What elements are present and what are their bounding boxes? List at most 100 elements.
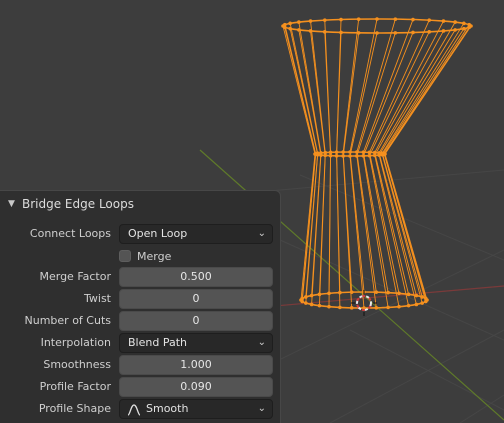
mesh-vertex <box>328 150 333 155</box>
mesh-vertex <box>441 29 446 33</box>
mesh-vertex <box>303 295 308 299</box>
mesh-vertex <box>386 305 390 310</box>
mesh-vertex <box>427 30 432 34</box>
mesh-vertex <box>441 19 446 23</box>
profile-shape-row: Profile Shape Smooth ⌄ <box>0 399 281 419</box>
mesh-vertex <box>341 150 345 154</box>
number-of-cuts-value: 0 <box>192 314 200 327</box>
mesh-vertex <box>462 26 466 31</box>
mesh-vertex <box>308 19 313 23</box>
panel-header[interactable]: ▼ Bridge Edge Loops <box>0 191 280 216</box>
mesh-vertex <box>406 303 411 308</box>
mesh-vertex <box>411 30 415 35</box>
mesh-edge <box>284 24 317 299</box>
connect-loops-dropdown[interactable]: Open Loop ⌄ <box>119 224 273 244</box>
mesh-vertex <box>349 290 354 294</box>
mesh-vertex <box>327 304 331 309</box>
mesh-vertex <box>462 21 466 26</box>
smoothness-row: Smoothness 1.000 <box>0 355 281 375</box>
connect-loops-row: Connect Loops Open Loop ⌄ <box>0 224 281 244</box>
smoothness-label: Smoothness <box>43 358 111 371</box>
collapse-triangle-icon[interactable]: ▼ <box>8 199 22 209</box>
profile-factor-label: Profile Factor <box>39 380 111 393</box>
mesh-vertex <box>317 292 322 297</box>
number-of-cuts-row: Number of Cuts 0 <box>0 311 281 331</box>
mesh-vertex <box>334 154 339 158</box>
mesh-vertex <box>339 17 343 22</box>
number-of-cuts-label: Number of Cuts <box>24 314 111 327</box>
merge-factor-value: 0.500 <box>180 270 212 283</box>
panel-title: Bridge Edge Loops <box>22 196 134 211</box>
mesh-vertex <box>338 305 342 310</box>
mesh-vertex <box>361 150 366 154</box>
mesh-vertex <box>309 302 314 307</box>
mesh-vertex <box>288 21 292 26</box>
mesh-vertex <box>349 306 354 310</box>
mesh-vertex <box>382 151 387 156</box>
mesh-edge <box>381 23 465 298</box>
hourglass-mesh[interactable] <box>281 17 473 310</box>
profile-factor-row: Profile Factor 0.090 <box>0 377 281 397</box>
mesh-vertex <box>355 154 359 158</box>
mesh-vertex <box>397 291 401 296</box>
mesh-vertex <box>375 31 379 35</box>
mesh-edge <box>310 21 326 295</box>
mesh-vertex <box>414 302 419 307</box>
merge-row: Merge <box>0 246 281 266</box>
twist-field[interactable]: 0 <box>119 289 273 309</box>
mesh-vertex <box>423 299 428 304</box>
mesh-vertex <box>393 17 398 21</box>
merge-factor-field[interactable]: 0.500 <box>119 267 273 287</box>
mesh-vertex <box>377 151 381 155</box>
number-of-cuts-field[interactable]: 0 <box>119 311 273 331</box>
mesh-vertex <box>348 150 352 154</box>
mesh-edge <box>298 29 322 305</box>
interpolation-dropdown[interactable]: Blend Path ⌄ <box>119 333 273 353</box>
twist-value: 0 <box>192 292 200 305</box>
smoothness-field[interactable]: 1.000 <box>119 355 273 375</box>
smoothness-value: 1.000 <box>180 358 212 371</box>
mesh-vertex <box>453 28 457 32</box>
mesh-vertex <box>341 154 345 158</box>
mesh-vertex <box>414 293 419 298</box>
connect-loops-label: Connect Loops <box>29 227 111 240</box>
mesh-vertex <box>356 17 361 21</box>
mesh-vertex <box>367 150 372 155</box>
merge-checkbox-wrap[interactable]: Merge <box>119 246 171 266</box>
mesh-vertex <box>406 292 411 297</box>
mesh-vertex <box>386 290 390 295</box>
mesh-vertex <box>288 26 292 31</box>
mesh-vertex <box>315 151 320 156</box>
mesh-vertex <box>420 301 425 305</box>
mesh-vertex <box>375 17 379 21</box>
mesh-vertex <box>303 301 308 305</box>
mesh-vertex <box>297 28 301 32</box>
mesh-vertex <box>467 22 471 27</box>
chevron-down-icon: ⌄ <box>257 403 266 414</box>
merge-checkbox[interactable] <box>119 250 131 262</box>
mesh-vertex <box>356 31 361 35</box>
3d-cursor[interactable] <box>351 290 377 316</box>
mesh-vertex <box>327 291 331 296</box>
mesh-vertex <box>319 151 323 155</box>
mesh-vertex <box>367 153 372 158</box>
smooth-curve-icon <box>127 404 141 416</box>
mesh-vertex <box>322 30 327 34</box>
mesh-vertex <box>372 150 377 155</box>
profile-factor-field[interactable]: 0.090 <box>119 377 273 397</box>
mesh-vertex <box>297 20 301 24</box>
mesh-vertex <box>423 296 428 301</box>
mesh-vertex <box>317 303 322 308</box>
mesh-vertex <box>322 18 327 22</box>
chevron-down-icon: ⌄ <box>257 228 266 239</box>
mesh-vertex <box>328 153 333 158</box>
merge-factor-label: Merge Factor <box>39 270 111 283</box>
merge-factor-row: Merge Factor 0.500 <box>0 267 281 287</box>
mesh-vertex <box>283 22 287 27</box>
profile-shape-label: Profile Shape <box>38 402 111 415</box>
profile-shape-dropdown[interactable]: Smooth ⌄ <box>119 399 273 419</box>
twist-row: Twist 0 <box>0 289 281 309</box>
mesh-vertex <box>323 150 328 155</box>
connect-loops-value: Open Loop <box>128 227 188 240</box>
mesh-vertex <box>334 150 339 154</box>
